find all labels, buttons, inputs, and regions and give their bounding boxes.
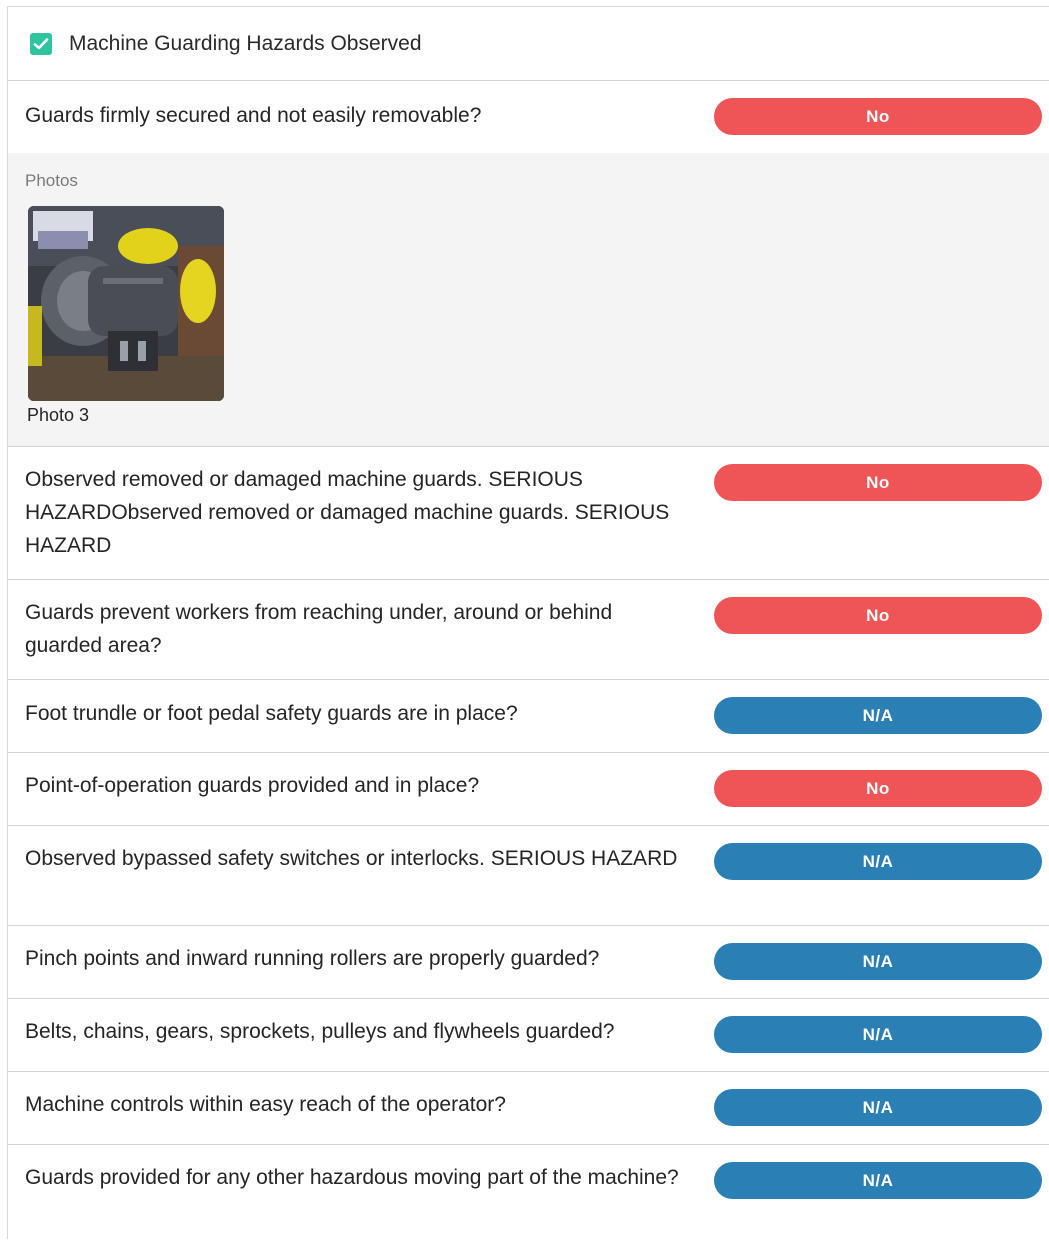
- answer-button[interactable]: No: [714, 597, 1042, 634]
- checklist-item: Observed bypassed safety switches or int…: [8, 826, 1049, 926]
- checklist-item: Observed removed or damaged machine guar…: [8, 447, 1049, 580]
- checklist-item: Foot trundle or foot pedal safety guards…: [8, 680, 1049, 753]
- question-text: Guards firmly secured and not easily rem…: [25, 104, 482, 127]
- answer-button[interactable]: No: [714, 770, 1042, 807]
- answer-button[interactable]: No: [714, 464, 1042, 501]
- photos-label: Photos: [25, 171, 78, 190]
- question-text: Machine controls within easy reach of th…: [25, 1093, 506, 1116]
- question-text: Pinch points and inward running rollers …: [25, 947, 600, 970]
- answer-button[interactable]: N/A: [714, 943, 1042, 980]
- answer-button[interactable]: N/A: [714, 697, 1042, 734]
- answer-button[interactable]: N/A: [714, 1089, 1042, 1126]
- bench-grinder-photo-icon: [28, 206, 224, 401]
- question-text: Guards prevent workers from reaching und…: [25, 601, 613, 657]
- checklist-item: Belts, chains, gears, sprockets, pulleys…: [8, 999, 1049, 1072]
- question-text: Observed removed or damaged machine guar…: [25, 468, 670, 557]
- checklist-item: Point-of-operation guards provided and i…: [8, 753, 1049, 826]
- answer-button[interactable]: N/A: [714, 1016, 1042, 1053]
- checklist-item: Guards prevent workers from reaching und…: [8, 580, 1049, 680]
- photo-caption: Photo 3: [27, 405, 90, 425]
- section-header[interactable]: Machine Guarding Hazards Observed: [8, 7, 1049, 81]
- question-text: Belts, chains, gears, sprockets, pulleys…: [25, 1020, 615, 1043]
- question-text: Point-of-operation guards provided and i…: [25, 774, 480, 797]
- photo-thumbnail[interactable]: [28, 206, 224, 401]
- answer-button[interactable]: N/A: [714, 843, 1042, 880]
- checklist-item: Guards provided for any other hazardous …: [8, 1145, 1049, 1241]
- answer-button[interactable]: No: [714, 98, 1042, 135]
- checkbox-checked-icon[interactable]: [30, 32, 52, 55]
- checklist-item: Machine controls within easy reach of th…: [8, 1072, 1049, 1145]
- question-text: Observed bypassed safety switches or int…: [25, 847, 678, 870]
- question-text: Foot trundle or foot pedal safety guards…: [25, 702, 518, 725]
- section-title: Machine Guarding Hazards Observed: [69, 31, 422, 55]
- checklist-item: Guards firmly secured and not easily rem…: [8, 81, 1049, 447]
- checklist-item: Pinch points and inward running rollers …: [8, 926, 1049, 999]
- question-text: Guards provided for any other hazardous …: [25, 1166, 679, 1189]
- answer-button[interactable]: N/A: [714, 1162, 1042, 1199]
- checklist-card: Machine Guarding Hazards Observed Guards…: [7, 6, 1049, 1241]
